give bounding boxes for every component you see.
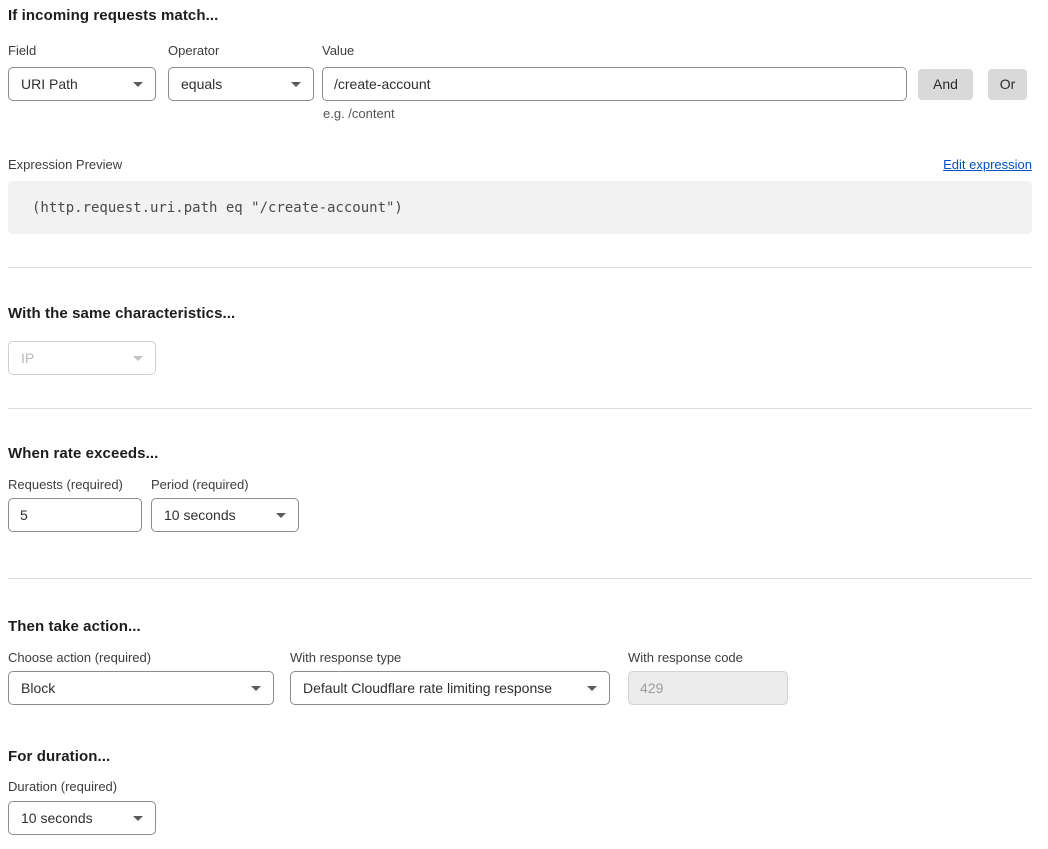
period-label: Period (required) (151, 477, 249, 492)
rate-labels-row: Requests (required) Period (required) (8, 477, 1032, 492)
expression-preview-label: Expression Preview (8, 157, 122, 172)
operator-select[interactable]: equals (168, 67, 314, 101)
chevron-down-icon (291, 82, 301, 87)
duration-section-heading: For duration... (8, 748, 1032, 766)
operator-select-value: equals (181, 76, 222, 92)
chevron-down-icon (587, 686, 597, 691)
section-divider (8, 267, 1032, 268)
field-label: Field (8, 43, 168, 58)
action-labels-row: Choose action (required) With response t… (8, 650, 1032, 665)
field-select-value: URI Path (21, 76, 78, 92)
field-select[interactable]: URI Path (8, 67, 156, 101)
action-controls-row: Block Default Cloudflare rate limiting r… (8, 671, 1032, 705)
period-select-value: 10 seconds (164, 507, 236, 523)
choose-action-label: Choose action (required) (8, 650, 290, 665)
value-label: Value (322, 43, 354, 58)
chevron-down-icon (276, 513, 286, 518)
duration-select-value: 10 seconds (21, 810, 93, 826)
or-button[interactable]: Or (988, 69, 1027, 100)
duration-select[interactable]: 10 seconds (8, 801, 156, 835)
response-code-label: With response code (628, 650, 743, 665)
rate-limiting-rule-form: If incoming requests match... Field Oper… (0, 7, 1048, 835)
chevron-down-icon (133, 816, 143, 821)
chevron-down-icon (251, 686, 261, 691)
chevron-down-icon (133, 82, 143, 87)
duration-label: Duration (required) (8, 779, 1032, 794)
value-hint: e.g. /content (323, 106, 1032, 121)
response-type-select[interactable]: Default Cloudflare rate limiting respons… (290, 671, 610, 705)
requests-label: Requests (required) (8, 477, 151, 492)
characteristic-select-value: IP (21, 350, 34, 366)
response-code-input (628, 671, 788, 705)
rate-section-heading: When rate exceeds... (8, 445, 1032, 463)
match-labels-row: Field Operator Value (8, 43, 1032, 58)
response-type-select-value: Default Cloudflare rate limiting respons… (303, 680, 552, 696)
section-divider (8, 408, 1032, 409)
match-controls-row: URI Path equals And Or (8, 67, 1032, 101)
and-button[interactable]: And (918, 69, 973, 100)
value-input[interactable] (322, 67, 907, 101)
action-section-heading: Then take action... (8, 618, 1032, 636)
choose-action-select-value: Block (21, 680, 55, 696)
response-type-label: With response type (290, 650, 628, 665)
section-divider (8, 578, 1032, 579)
operator-label: Operator (168, 43, 322, 58)
rate-controls-row: 10 seconds (8, 498, 1032, 532)
choose-action-select[interactable]: Block (8, 671, 274, 705)
match-section-heading: If incoming requests match... (8, 7, 1032, 25)
expression-preview-row: Expression Preview Edit expression (8, 157, 1032, 172)
period-select[interactable]: 10 seconds (151, 498, 299, 532)
edit-expression-link[interactable]: Edit expression (943, 157, 1032, 172)
expression-code: (http.request.uri.path eq "/create-accou… (32, 200, 403, 216)
characteristics-section-heading: With the same characteristics... (8, 305, 1032, 323)
characteristic-select: IP (8, 341, 156, 375)
chevron-down-icon (133, 356, 143, 361)
requests-input[interactable] (8, 498, 142, 532)
expression-code-block: (http.request.uri.path eq "/create-accou… (8, 181, 1032, 234)
